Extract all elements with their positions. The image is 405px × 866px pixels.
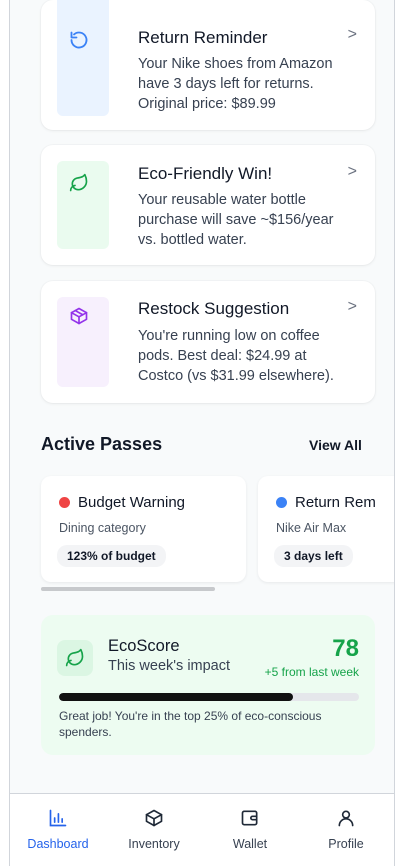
notification-card-restock[interactable]: Restock Suggestion You're running low on… [41, 281, 375, 403]
chevron-right-icon[interactable]: > [348, 163, 357, 181]
rotate-ccw-icon [70, 31, 88, 49]
bar-chart-icon [49, 809, 67, 827]
user-icon [338, 810, 354, 827]
chevron-right-icon[interactable]: > [348, 298, 357, 316]
card-icon-backdrop [57, 0, 109, 116]
ecoscore-card[interactable]: EcoScore This week's impact 78 +5 from l… [41, 615, 375, 755]
nav-item-wallet[interactable]: Wallet [202, 794, 298, 866]
dashboard-scroll-area[interactable]: Return Reminder Your Nike shoes from Ama… [10, 0, 394, 793]
notification-card-eco-win[interactable]: Eco-Friendly Win! Your reusable water bo… [41, 145, 375, 265]
ecoscore-value: 78 [332, 635, 359, 662]
nav-label: Inventory [128, 837, 180, 851]
view-all-link[interactable]: View All [309, 437, 362, 453]
pass-badge: 123% of budget [57, 545, 166, 567]
nav-item-profile[interactable]: Profile [298, 794, 394, 866]
pass-subtitle: Dining category [59, 521, 146, 535]
ecoscore-progress-fill [59, 693, 293, 701]
notification-title: Return Reminder [138, 28, 268, 47]
status-dot [276, 497, 287, 508]
pass-card-return-reminder[interactable]: Return Rem Nike Air Max 3 days left [258, 476, 394, 582]
nav-label: Wallet [232, 837, 268, 851]
nav-label: Profile [328, 837, 364, 851]
ecoscore-delta: +5 from last week [264, 665, 359, 679]
notification-title: Eco-Friendly Win! [138, 164, 273, 183]
leaf-icon [69, 173, 88, 192]
pass-title: Return Rem [295, 494, 376, 511]
pass-subtitle: Nike Air Max [276, 521, 347, 535]
notification-body: You're running low on coffee pods. Best … [138, 328, 334, 384]
ecoscore-icon-backdrop [57, 640, 93, 676]
pass-badge: 3 days left [274, 545, 353, 567]
notification-title: Restock Suggestion [138, 299, 290, 318]
chevron-right-icon[interactable]: > [348, 26, 357, 44]
notification-body: Your reusable water bottle purchase will… [138, 192, 334, 248]
passes-scrollbar[interactable] [41, 587, 215, 591]
bottom-nav: Dashboard Inventory Wallet Profile [10, 793, 394, 866]
nav-item-dashboard[interactable]: Dashboard [10, 794, 106, 866]
app-frame: Return Reminder Your Nike shoes from Ama… [9, 0, 395, 866]
ecoscore-note: Great job! You're in the top 25% of eco-… [59, 709, 322, 739]
nav-item-inventory[interactable]: Inventory [106, 794, 202, 866]
box-icon [145, 809, 163, 827]
package-icon [70, 307, 88, 325]
pass-title: Budget Warning [78, 494, 186, 511]
leaf-icon [65, 648, 84, 667]
section-title-active-passes: Active Passes [41, 434, 163, 454]
notification-body: Your Nike shoes from Amazon have 3 days … [138, 56, 333, 112]
nav-label: Dashboard [27, 837, 89, 851]
ecoscore-progress-track [59, 693, 359, 701]
wallet-icon [241, 810, 258, 826]
pass-card-budget-warning[interactable]: Budget Warning Dining category 123% of b… [41, 476, 246, 582]
ecoscore-title: EcoScore [108, 637, 180, 655]
ecoscore-subtitle: This week's impact [108, 658, 231, 674]
status-dot [59, 497, 70, 508]
notification-card-return-reminder[interactable]: Return Reminder Your Nike shoes from Ama… [41, 0, 375, 130]
